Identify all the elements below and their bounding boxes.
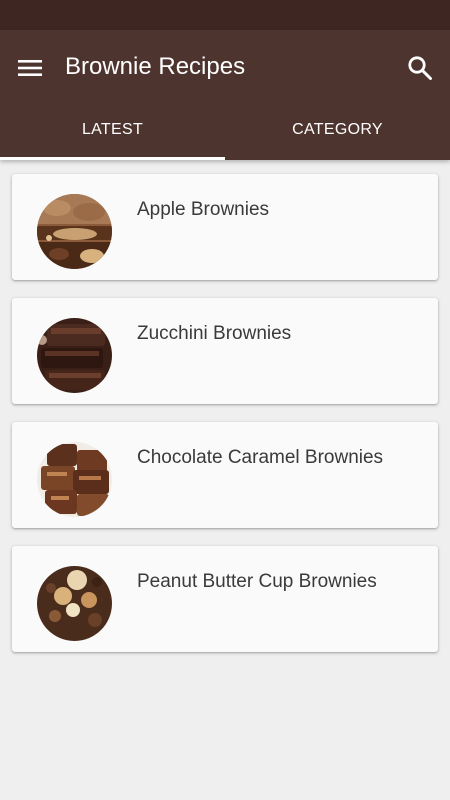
search-button[interactable] bbox=[402, 50, 438, 86]
recipe-card-apple-brownies[interactable]: Apple Brownies bbox=[12, 174, 438, 280]
recipe-list: Apple Brownies Zucchini Brownies Chocola… bbox=[12, 174, 438, 670]
recipe-title: Apple Brownies bbox=[137, 199, 270, 220]
app-title: Brownie Recipes bbox=[65, 53, 246, 80]
app-bar: Brownie Recipes LATEST CATEGORY bbox=[0, 30, 450, 160]
recipe-card-peanut-butter-cup-brownies[interactable]: Peanut Butter Cup Brownies bbox=[12, 546, 438, 652]
peanut-butter-cup-brownies-photo bbox=[37, 566, 112, 641]
recipe-card-zucchini-brownies[interactable]: Zucchini Brownies bbox=[12, 298, 438, 404]
recipe-title: Zucchini Brownies bbox=[137, 323, 292, 344]
recipe-card-chocolate-caramel-brownies[interactable]: Chocolate Caramel Brownies bbox=[12, 422, 438, 528]
hamburger-menu-icon bbox=[18, 60, 42, 76]
recipe-title: Chocolate Caramel Brownies bbox=[137, 447, 384, 468]
recipe-title: Peanut Butter Cup Brownies bbox=[137, 571, 377, 592]
tab-category-label: CATEGORY bbox=[292, 121, 383, 138]
apple-brownies-photo bbox=[37, 194, 112, 269]
tab-latest-label: LATEST bbox=[81, 121, 144, 138]
tab-category[interactable]: CATEGORY bbox=[225, 102, 450, 160]
search-icon bbox=[408, 56, 432, 80]
status-bar bbox=[0, 0, 450, 30]
tab-latest[interactable]: LATEST bbox=[0, 102, 225, 160]
menu-button[interactable] bbox=[12, 50, 48, 86]
tab-bar: LATEST CATEGORY bbox=[0, 102, 450, 160]
zucchini-brownies-photo bbox=[37, 318, 112, 393]
chocolate-caramel-brownies-photo bbox=[37, 442, 112, 517]
